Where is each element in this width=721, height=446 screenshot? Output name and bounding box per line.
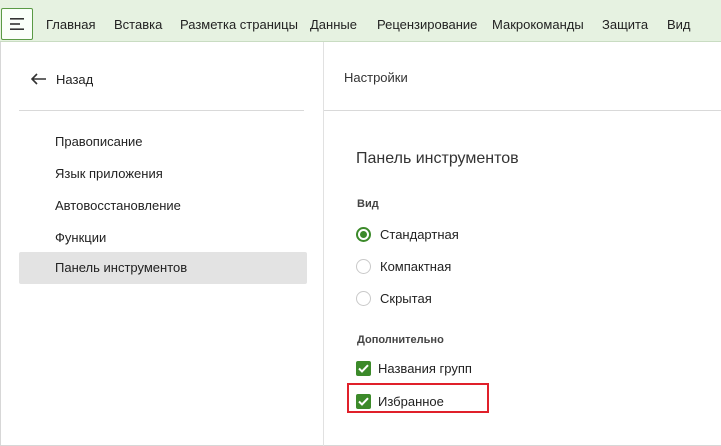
section-title: Панель инструментов <box>356 150 519 167</box>
checkbox-group-names-label: Названия групп <box>378 360 472 376</box>
radio-compact[interactable]: Компактная <box>356 257 451 275</box>
nav-item-autorecover[interactable]: Автовосстановление <box>19 190 307 222</box>
radio-standard-control[interactable] <box>356 226 371 242</box>
tab-data[interactable]: Данные <box>310 0 357 42</box>
tab-protection[interactable]: Защита <box>602 0 648 42</box>
nav-item-language[interactable]: Язык приложения <box>19 158 307 190</box>
tab-home[interactable]: Главная <box>46 0 95 42</box>
tab-page-layout[interactable]: Разметка страницы <box>180 0 298 42</box>
view-group-label: Вид <box>357 198 379 210</box>
radio-standard[interactable]: Стандартная <box>356 225 459 243</box>
nav-divider <box>19 110 304 111</box>
settings-window: Назад Правописание Язык приложения Автов… <box>0 42 721 446</box>
arrow-left-icon <box>31 73 46 85</box>
menu-button[interactable] <box>1 8 33 40</box>
nav-item-spelling[interactable]: Правописание <box>19 126 307 158</box>
extra-group-label: Дополнительно <box>357 334 444 346</box>
radio-hidden[interactable]: Скрытая <box>356 289 432 307</box>
checkmark-icon <box>358 364 369 373</box>
hamburger-icon <box>10 18 24 30</box>
tab-insert[interactable]: Вставка <box>114 0 162 42</box>
pane-divider <box>323 42 324 446</box>
radio-standard-label: Стандартная <box>380 226 459 242</box>
checkbox-group-names-control[interactable] <box>356 360 371 376</box>
back-label: Назад <box>56 71 94 87</box>
nav-item-functions[interactable]: Функции <box>19 222 307 254</box>
radio-compact-control[interactable] <box>356 258 371 274</box>
tab-macros[interactable]: Макрокоманды <box>492 0 584 42</box>
checkbox-group-names[interactable]: Названия групп <box>356 359 472 377</box>
radio-hidden-label: Скрытая <box>380 290 432 306</box>
back-button[interactable]: Назад <box>31 68 93 90</box>
radio-hidden-control[interactable] <box>356 290 371 306</box>
tab-view[interactable]: Вид <box>667 0 691 42</box>
nav-item-toolbar[interactable]: Панель инструментов <box>19 252 307 284</box>
tab-review[interactable]: Рецензирование <box>377 0 477 42</box>
ribbon: Главная Вставка Разметка страницы Данные… <box>0 0 721 42</box>
settings-nav: Назад Правописание Язык приложения Автов… <box>1 42 323 446</box>
highlight-box <box>347 383 489 413</box>
radio-compact-label: Компактная <box>380 258 452 274</box>
settings-header: Настройки <box>344 70 408 85</box>
header-divider <box>324 110 721 111</box>
